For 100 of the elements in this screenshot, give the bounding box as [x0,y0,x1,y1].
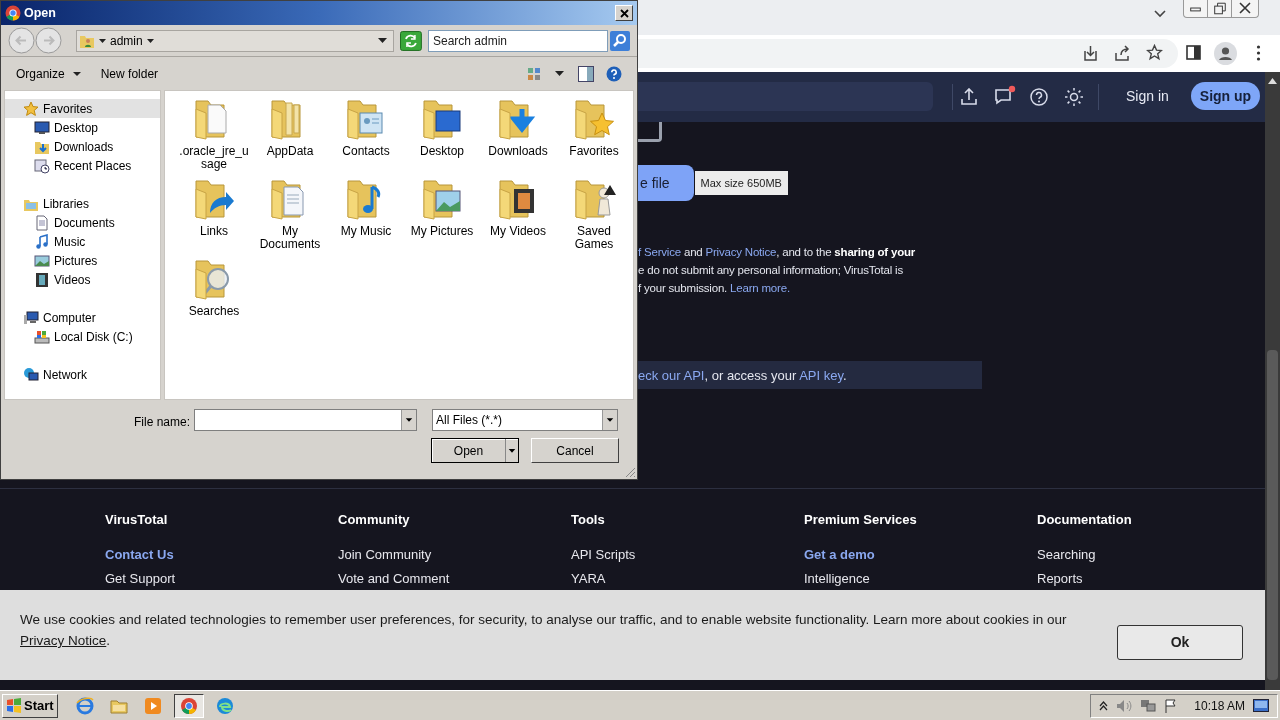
link[interactable]: eck our API [638,368,705,383]
nav-item[interactable]: Videos [5,270,160,289]
footer-link[interactable]: Join Community [338,547,432,562]
footer-link[interactable]: Reports [1037,571,1083,586]
picture-icon [34,252,50,269]
nav-item[interactable]: Favorites [5,99,160,118]
show-hidden-icon[interactable] [1099,700,1109,711]
file-name-field[interactable] [194,409,417,431]
footer-link[interactable]: Get Support [105,571,176,586]
breadcrumb[interactable]: admin [110,31,143,50]
footer-link[interactable]: Searching [1037,547,1096,562]
close-icon [619,8,629,18]
side-panel-icon[interactable] [1186,45,1201,60]
star-icon[interactable] [1146,44,1163,61]
terms-text: f Service and Privacy Notice, and to the sharing of your e do not submit any personal information; VirusTotal is f your submission. Learn more. [638,245,916,296]
show-desktop-icon[interactable] [1253,699,1269,712]
resize-grip-icon[interactable] [625,467,636,478]
nav-item[interactable]: Computer [5,308,160,327]
chevron-down-icon[interactable] [1154,10,1166,18]
start-button[interactable]: Start [2,693,58,718]
search-icon[interactable] [610,30,630,51]
folder-item[interactable]: My Documents [252,175,328,255]
address-field[interactable]: admin [76,29,395,52]
sign-in-link[interactable]: Sign in [1118,82,1177,110]
privacy-notice-link[interactable]: Privacy Notice [20,633,107,648]
caret-icon[interactable] [401,410,416,430]
flag-icon[interactable] [1164,698,1179,713]
nav-item[interactable]: Network [5,365,160,384]
profile-icon[interactable] [1214,42,1237,65]
footer-link[interactable]: Get a demo [804,547,875,562]
close-button[interactable] [615,5,633,21]
new-folder-button[interactable]: New folder [100,64,159,83]
preview-pane-icon[interactable] [578,65,594,82]
footer-link[interactable]: API Scripts [571,547,636,562]
cancel-button[interactable]: Cancel [531,438,619,463]
network-icon [23,366,39,383]
folder-item[interactable]: Contacts [328,95,404,175]
help-icon[interactable] [606,65,622,82]
music-note-icon [34,233,50,250]
organize-button[interactable]: Organize [16,64,81,83]
link[interactable]: API key [799,368,843,383]
caret-icon[interactable] [378,38,388,43]
network-icon[interactable] [1140,698,1157,713]
film-icon [34,271,50,288]
install-icon[interactable] [1082,45,1099,62]
nav-item[interactable]: Libraries [5,194,160,213]
folder-item[interactable]: My Music [328,175,404,255]
taskbar-button[interactable] [173,693,204,718]
chrome-icon [179,696,198,715]
caret-icon[interactable] [602,410,617,430]
footer-link[interactable]: Contact Us [105,547,174,562]
menu-icon[interactable] [1256,45,1261,61]
nav-item[interactable]: Desktop [5,118,160,137]
scrollbar-thumb[interactable] [1267,350,1278,680]
help-icon[interactable] [1030,88,1048,106]
nav-item[interactable]: Downloads [5,137,160,156]
caret-icon[interactable] [99,38,106,43]
share-icon[interactable] [1114,45,1131,62]
nav-item[interactable]: Pictures [5,251,160,270]
folder-item[interactable]: AppData [252,95,328,175]
search-field[interactable] [638,82,933,111]
folder-item[interactable]: Favorites [556,95,632,175]
link[interactable]: f Service [638,246,681,258]
folder-item[interactable]: Desktop [404,95,480,175]
scroll-up-icon[interactable] [1268,78,1277,84]
nav-item[interactable]: Documents [5,213,160,232]
open-button[interactable]: Open [431,438,519,463]
folder-item[interactable]: Downloads [480,95,556,175]
cookie-notice-text: We use cookies and related technologies to remember user preferences, for security, to analyse our traffic, and to enable website functionality. Learn more about cookies in our Privacy Notice. [20,611,1068,650]
star-icon [23,100,39,117]
footer-link[interactable]: Intelligence [804,571,870,586]
chat-icon[interactable] [995,85,1016,105]
choose-file-button[interactable]: e file [638,165,694,201]
scrollbar[interactable] [1265,72,1280,690]
folder-item[interactable]: Links [176,175,252,255]
file-type-select[interactable]: All Files (*.*) [432,409,618,431]
ok-button[interactable]: Ok [1117,625,1243,660]
recent-places-icon [34,157,50,174]
footer-link[interactable]: YARA [571,571,606,586]
media-player-icon [143,696,162,715]
nav-item[interactable]: Music [5,232,160,251]
folder-item[interactable]: My Pictures [404,175,480,255]
folder-item[interactable]: My Videos [480,175,556,255]
sun-icon[interactable] [1064,87,1084,107]
folder-item[interactable]: .oracle_jre_usage [176,95,252,175]
caret-icon[interactable] [505,439,518,462]
drive-icon [34,328,50,345]
nav-item[interactable]: Local Disk (C:) [5,327,160,346]
footer-link[interactable]: Vote and Comment [338,571,450,586]
computer-icon [23,309,39,326]
caret-icon[interactable] [146,38,154,43]
upload-icon[interactable] [961,88,977,105]
refresh-icon[interactable] [400,30,422,51]
search-field[interactable]: Search admin [428,29,608,52]
link[interactable]: Learn more. [730,282,790,294]
footer-heading: Documentation [1037,511,1133,529]
nav-item[interactable]: Recent Places [5,156,160,175]
folder-item[interactable]: Searches [176,255,252,335]
folder-item[interactable]: Saved Games [556,175,632,255]
sign-up-button[interactable]: Sign up [1190,82,1261,110]
